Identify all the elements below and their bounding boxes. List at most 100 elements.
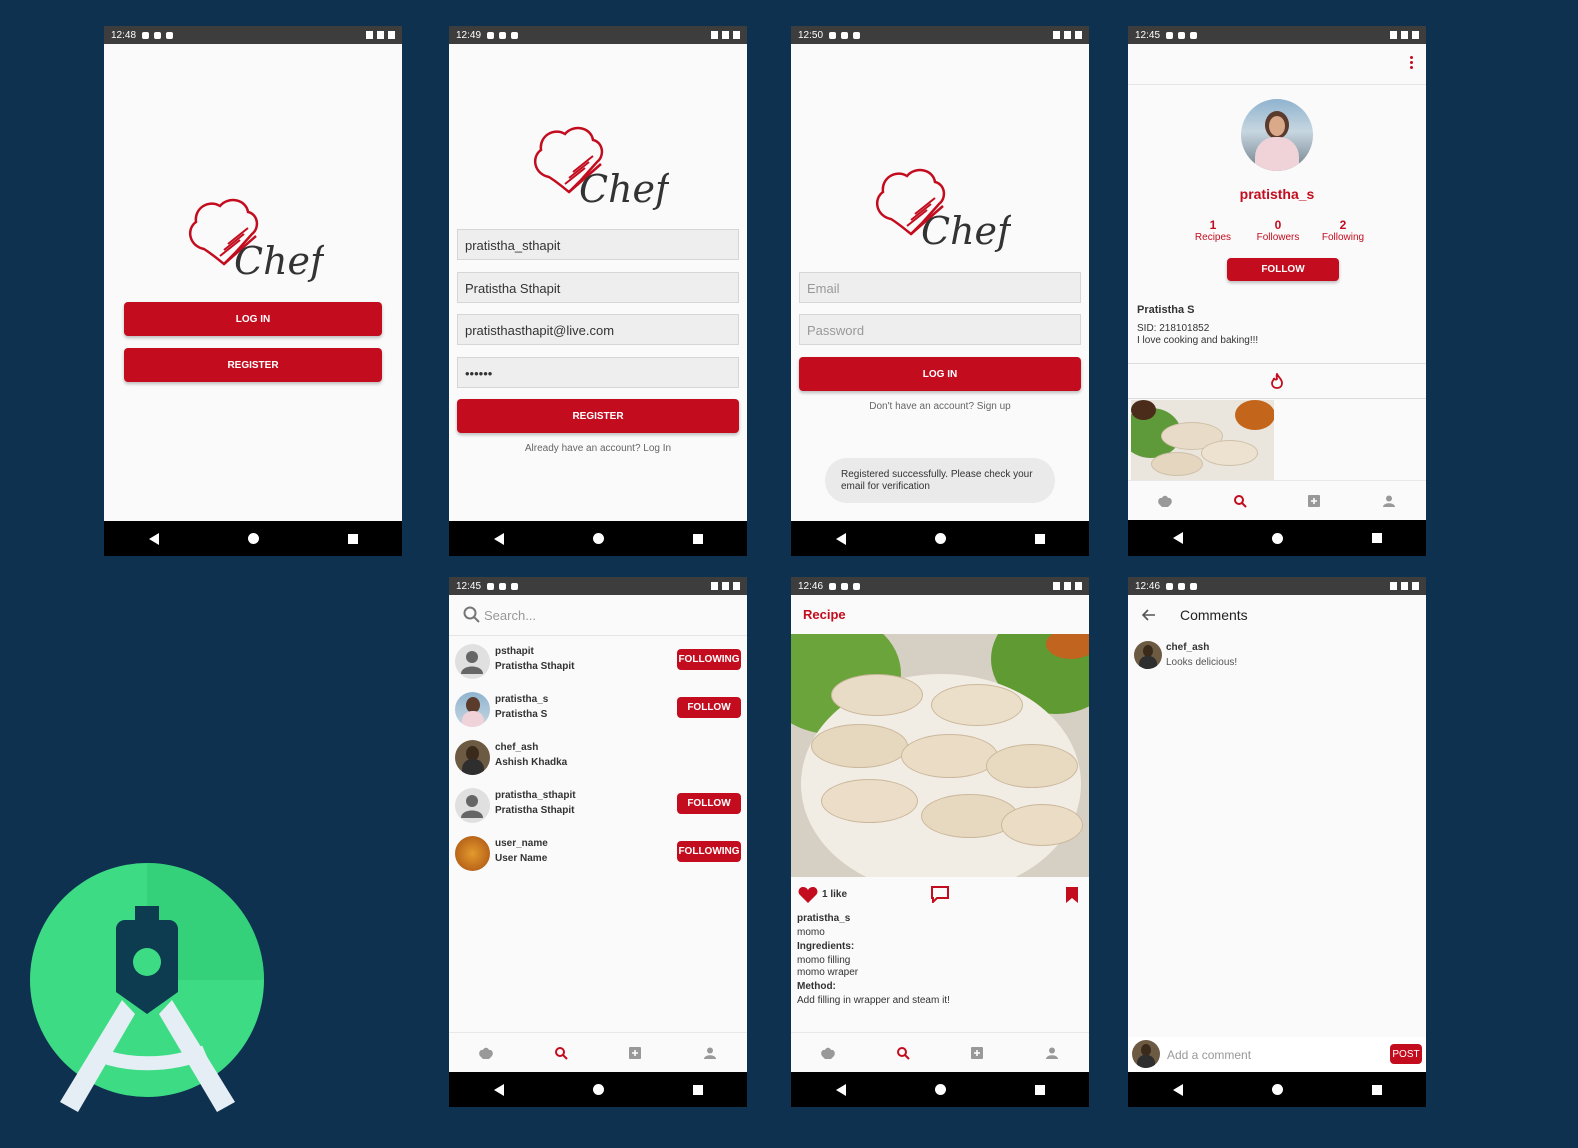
follow-button[interactable]: FOLLOW: [1227, 258, 1339, 281]
back-icon[interactable]: [1172, 532, 1183, 544]
fullname-field[interactable]: Pratistha Sthapit: [457, 272, 739, 303]
password-input[interactable]: Password: [799, 314, 1081, 345]
comment-username[interactable]: chef_ash: [1166, 642, 1209, 653]
stat-recipes[interactable]: 1 Recipes: [1183, 218, 1243, 243]
user-fullname: User Name: [495, 853, 548, 864]
svg-text:Chef: Chef: [921, 209, 1011, 253]
follow-button[interactable]: FOLLOW: [677, 793, 741, 814]
home-icon[interactable]: [934, 533, 946, 544]
more-options-icon[interactable]: [1410, 56, 1414, 69]
system-nav-bar: [449, 1072, 747, 1107]
status-time: 12:45: [1135, 29, 1161, 41]
home-icon[interactable]: [934, 1084, 946, 1095]
avatar: [455, 692, 490, 727]
profile-icon[interactable]: [1381, 493, 1397, 509]
status-bar: 12:50: [791, 26, 1089, 44]
user-fullname: Pratistha Sthapit: [495, 661, 575, 672]
home-feed-icon[interactable]: [1157, 493, 1173, 509]
like-count[interactable]: 1 like: [822, 889, 847, 900]
following-button[interactable]: FOLLOWING: [677, 649, 741, 670]
username-field[interactable]: pratistha_sthapit: [457, 229, 739, 260]
toolbar: [1128, 44, 1426, 85]
recents-icon[interactable]: [1034, 1084, 1045, 1095]
recents-icon[interactable]: [1371, 1084, 1382, 1095]
recents-icon[interactable]: [692, 1084, 703, 1095]
fire-icon[interactable]: [1270, 373, 1284, 389]
recents-icon[interactable]: [1034, 533, 1045, 544]
status-bar: 12:46: [1128, 577, 1426, 595]
back-icon[interactable]: [835, 1083, 846, 1096]
user-list-item[interactable]: chef_ash Ashish Khadka: [455, 736, 741, 776]
ingredient-item: momo filling: [797, 955, 851, 966]
user-list-item[interactable]: psthapit Pratistha Sthapit FOLLOWING: [455, 640, 741, 680]
ingredient-item: momo wraper: [797, 967, 859, 978]
home-icon[interactable]: [1271, 1084, 1283, 1095]
search-input[interactable]: Search...: [484, 608, 536, 623]
search-icon[interactable]: [1232, 493, 1248, 509]
user-username: user_name: [495, 838, 548, 849]
post-thumbnail[interactable]: [1131, 400, 1274, 480]
screen-comments: 12:46 Comments chef_ash Looks delicious!…: [1128, 577, 1426, 1107]
post-button[interactable]: POST: [1390, 1044, 1422, 1064]
password-field[interactable]: ••••••: [457, 357, 739, 388]
screen-search: 12:45 Search... psthapit Pratistha Sthap…: [449, 577, 747, 1107]
user-fullname: Pratistha S: [495, 709, 548, 720]
email-input[interactable]: Email: [799, 272, 1081, 303]
search-icon[interactable]: [895, 1045, 911, 1061]
home-icon[interactable]: [592, 533, 604, 544]
user-list-item[interactable]: pratistha_sthapit Pratistha Sthapit FOLL…: [455, 784, 741, 824]
user-list-item[interactable]: user_name User Name FOLLOWING: [455, 832, 741, 872]
recents-icon[interactable]: [692, 533, 703, 544]
search-bar[interactable]: Search...: [449, 595, 747, 636]
back-icon[interactable]: [148, 532, 159, 545]
status-bar: 12:45: [1128, 26, 1426, 44]
email-field[interactable]: pratisthasthapit@live.com: [457, 314, 739, 345]
bookmark-icon[interactable]: [1065, 886, 1079, 904]
comment-icon[interactable]: [930, 885, 950, 903]
home-icon[interactable]: [1271, 532, 1283, 544]
follow-button[interactable]: FOLLOW: [677, 697, 741, 718]
svg-text:Chef: Chef: [579, 167, 669, 211]
add-post-icon[interactable]: [1306, 493, 1322, 509]
profile-icon[interactable]: [1044, 1045, 1060, 1061]
recents-icon[interactable]: [1371, 533, 1382, 543]
recipe-author[interactable]: pratistha_s: [797, 913, 850, 924]
heart-icon[interactable]: [798, 886, 818, 904]
following-button[interactable]: FOLLOWING: [677, 841, 741, 862]
home-icon[interactable]: [592, 1084, 604, 1095]
stat-following[interactable]: 2 Following: [1313, 218, 1373, 243]
home-icon[interactable]: [247, 533, 259, 544]
home-feed-icon[interactable]: [478, 1045, 494, 1061]
status-bar: 12:48: [104, 26, 402, 44]
page-title: Comments: [1180, 607, 1248, 623]
login-button[interactable]: LOG IN: [799, 357, 1081, 391]
user-username: psthapit: [495, 646, 534, 657]
svg-text:Chef: Chef: [234, 239, 324, 283]
method-label: Method:: [797, 981, 836, 992]
comment-input[interactable]: Add a comment: [1167, 1048, 1251, 1062]
login-link[interactable]: Already have an account? Log In: [449, 443, 747, 454]
add-post-icon[interactable]: [969, 1045, 985, 1061]
avatar: [455, 644, 490, 679]
add-post-icon[interactable]: [627, 1045, 643, 1061]
system-nav-bar: [104, 521, 402, 556]
back-icon[interactable]: [835, 532, 846, 545]
profile-icon[interactable]: [702, 1045, 718, 1061]
user-list-item[interactable]: pratistha_s Pratistha S FOLLOW: [455, 688, 741, 728]
avatar: [455, 836, 490, 871]
arrow-back-icon[interactable]: [1142, 609, 1156, 621]
back-icon[interactable]: [493, 1083, 504, 1096]
search-icon[interactable]: [553, 1045, 569, 1061]
recents-icon[interactable]: [347, 533, 358, 544]
stat-followers[interactable]: 0 Followers: [1248, 218, 1308, 243]
back-icon[interactable]: [1172, 1083, 1183, 1096]
status-time: 12:46: [1135, 580, 1161, 592]
signup-link[interactable]: Don't have an account? Sign up: [791, 401, 1089, 412]
register-button[interactable]: REGISTER: [457, 399, 739, 433]
register-button[interactable]: REGISTER: [124, 348, 382, 382]
status-bar: 12:49: [449, 26, 747, 44]
back-icon[interactable]: [493, 532, 504, 545]
recipe-name: momo: [797, 927, 825, 938]
home-feed-icon[interactable]: [820, 1045, 836, 1061]
login-button[interactable]: LOG IN: [124, 302, 382, 336]
